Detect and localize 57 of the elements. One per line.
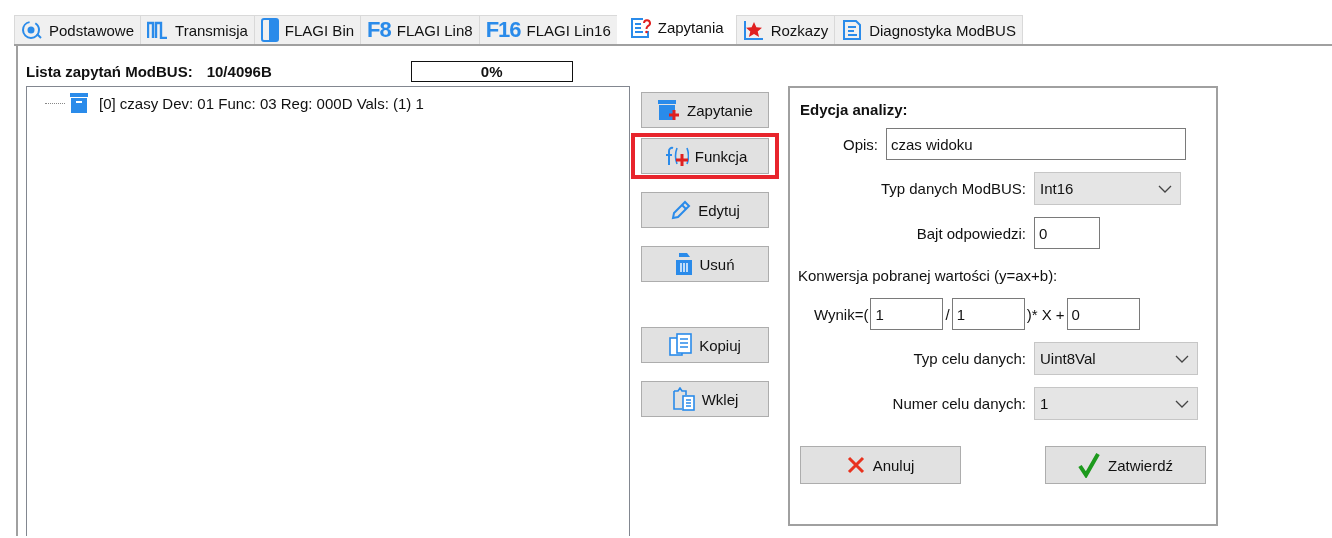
confirm-button[interactable]: Zatwierdź (1045, 446, 1206, 484)
trash-icon (675, 252, 694, 276)
field-label: Opis: (842, 135, 878, 153)
cross-icon (846, 456, 865, 474)
field-label: Bajt odpowiedzi: (915, 224, 1026, 242)
tab[interactable]: Diagnostyka ModBUS (834, 15, 1023, 44)
field-label: Typ danych ModBUS: (879, 180, 1026, 197)
action-button[interactable]: Wklej (641, 381, 769, 417)
tree-view[interactable]: [0] czasy Dev: 01 Func: 03 Reg: 000D Vals: (1) 1 (26, 86, 630, 536)
question-list-icon (629, 16, 652, 39)
formula-text: )* X + (1026, 305, 1065, 323)
number-field[interactable]: 1 (870, 298, 944, 330)
action-button[interactable]: Funkcja (641, 138, 769, 174)
action-button[interactable]: Edytuj (641, 192, 769, 228)
text-field[interactable]: czas widoku (886, 128, 1186, 160)
list-title: Lista zapytań ModBUS: (26, 63, 193, 80)
dropdown[interactable]: Uint8Val (1034, 342, 1198, 375)
box-plus-icon (657, 99, 682, 121)
list-size: 10/4096B (206, 63, 273, 80)
pencil-icon (670, 199, 693, 221)
dropdown[interactable]: 1 (1034, 387, 1198, 420)
chevron-down-icon (1175, 399, 1189, 408)
tree-connector (45, 102, 65, 104)
star-icon (742, 19, 765, 41)
action-button[interactable]: Zapytanie (641, 92, 769, 128)
number-field[interactable]: 1 (951, 298, 1025, 330)
action-button[interactable]: Usuń (641, 246, 769, 282)
progress-text: 0% (480, 63, 503, 80)
tab[interactable]: Rozkazy (735, 15, 836, 44)
field-label: Typ celu danych: (912, 350, 1026, 367)
chevron-down-icon (1158, 184, 1172, 193)
field-label: Numer celu danych: (891, 395, 1026, 412)
tab[interactable]: Transmisja (140, 15, 255, 44)
flag-icon: F8 (367, 19, 391, 41)
box-icon (69, 92, 89, 114)
tree-item[interactable]: [0] czasy Dev: 01 Func: 03 Reg: 000D Vals: (1) 1 (93, 94, 424, 112)
check-icon (1078, 452, 1100, 478)
action-button[interactable]: Kopiuj (641, 327, 769, 363)
document-icon (841, 19, 864, 41)
copy-icon (669, 333, 694, 357)
flag-icon: F16 (485, 19, 521, 41)
tab[interactable]: FLAGI Bin (253, 15, 362, 44)
cancel-button[interactable]: Anuluj (800, 446, 961, 484)
dropdown[interactable]: Int16 (1034, 172, 1181, 205)
clipboard-icon (671, 387, 696, 411)
number-field[interactable]: 0 (1066, 298, 1140, 330)
tab[interactable]: F8 FLAGI Lin8 (360, 15, 480, 44)
formula-text: / (945, 305, 950, 323)
panel-icon (260, 18, 279, 42)
pulse-icon (147, 21, 170, 39)
number-field[interactable]: 0 (1034, 217, 1100, 249)
formula-text: Wynik=( (814, 305, 869, 323)
panel-title: Edycja analizy: (800, 100, 909, 120)
tab[interactable]: Podstawowe (14, 15, 142, 44)
tab[interactable]: F16 FLAGI Lin16 (478, 15, 618, 44)
section-label: Konwersja pobranej wartości (y=ax+b): (798, 267, 1058, 284)
chevron-down-icon (1175, 354, 1189, 363)
